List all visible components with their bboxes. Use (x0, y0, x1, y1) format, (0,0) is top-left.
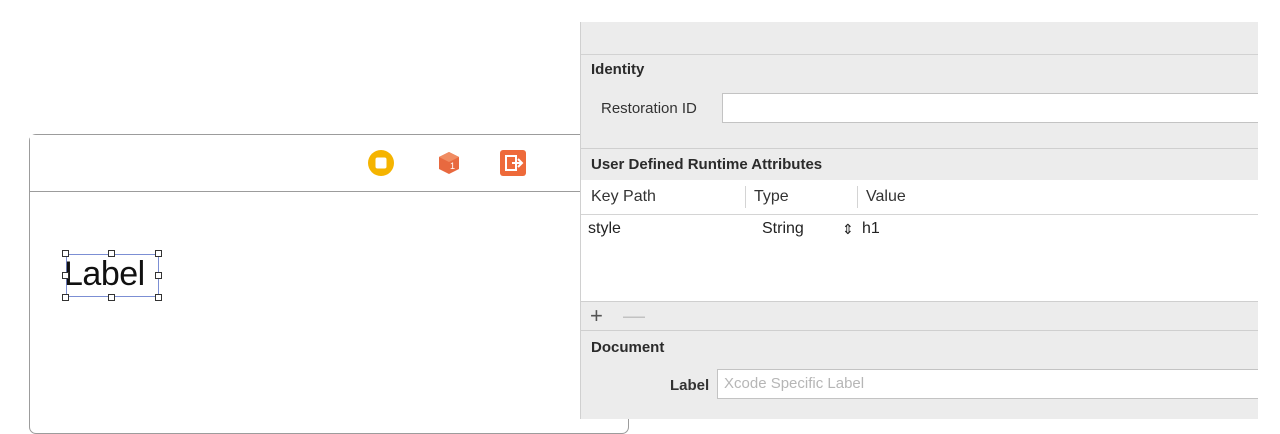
resize-handle-bottom[interactable] (108, 294, 115, 301)
identity-inspector: Identity Restoration ID User Defined Run… (580, 22, 1258, 419)
section-divider (581, 148, 1258, 149)
column-divider[interactable] (745, 186, 746, 208)
section-divider (581, 330, 1258, 331)
document-section-title: Document (591, 339, 665, 356)
runtime-attributes-table: Key Path Type Value style String ⇕ h1 (581, 180, 1258, 301)
resize-handle-bottom-right[interactable] (155, 294, 162, 301)
table-footer: + — (581, 301, 1258, 331)
resize-handle-top[interactable] (108, 250, 115, 257)
restoration-id-label: Restoration ID (601, 100, 697, 117)
storyboard-canvas: 1 Label (0, 0, 629, 434)
scene-dock: 1 (30, 135, 628, 192)
canvas-label-text[interactable]: Label (64, 250, 145, 298)
document-label-label: Label (670, 377, 710, 394)
inspector-top-strip (581, 22, 1258, 55)
column-divider[interactable] (857, 186, 858, 208)
column-header-key-path[interactable]: Key Path (591, 180, 656, 214)
document-label-field[interactable] (717, 369, 1258, 399)
key-path-cell[interactable]: style (588, 214, 621, 244)
resize-handle-top-right[interactable] (155, 250, 162, 257)
table-header: Key Path Type Value (581, 180, 1258, 215)
identity-section-title: Identity (591, 61, 645, 78)
add-attribute-button[interactable]: + (590, 304, 603, 328)
resize-handle-left[interactable] (62, 272, 69, 279)
remove-attribute-button[interactable]: — (623, 304, 645, 328)
type-popup-chevron-icon[interactable]: ⇕ (842, 214, 854, 244)
value-cell[interactable]: h1 (862, 214, 880, 244)
exit-icon[interactable] (499, 149, 527, 177)
restoration-id-field[interactable] (722, 93, 1258, 123)
table-row[interactable]: style String ⇕ h1 (581, 214, 1258, 244)
column-header-value[interactable]: Value (866, 180, 906, 214)
view-controller-icon[interactable] (367, 149, 395, 177)
resize-handle-right[interactable] (155, 272, 162, 279)
column-header-type[interactable]: Type (754, 180, 789, 214)
first-responder-icon[interactable]: 1 (435, 149, 463, 177)
runtime-attributes-section-title: User Defined Runtime Attributes (591, 156, 823, 173)
resize-handle-top-left[interactable] (62, 250, 69, 257)
type-cell[interactable]: String (762, 214, 804, 244)
svg-text:1: 1 (450, 161, 455, 171)
resize-handle-bottom-left[interactable] (62, 294, 69, 301)
